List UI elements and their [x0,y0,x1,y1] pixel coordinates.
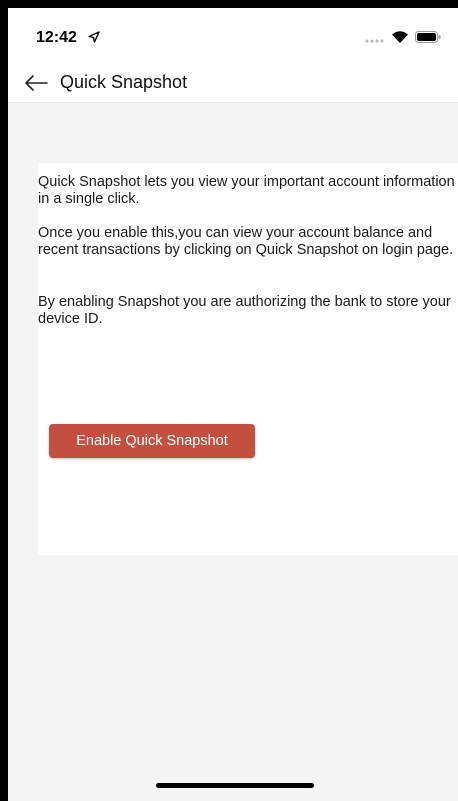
location-arrow-icon [88,31,100,43]
info-paragraph-1: Quick Snapshot lets you view your import… [38,174,455,207]
home-indicator [156,783,314,788]
enable-quick-snapshot-button[interactable]: Enable Quick Snapshot [49,424,255,458]
app-screen: 12:42 Quick Snapshot Quick Snapshot lets… [8,8,458,801]
header: Quick Snapshot [8,68,458,98]
arrow-left-icon[interactable] [24,74,48,92]
signal-dots-icon [365,39,384,43]
battery-icon [415,31,441,43]
status-bar: 12:42 [8,8,458,52]
status-time: 12:42 [36,29,77,46]
wifi-icon [392,31,408,43]
info-paragraph-2: Once you enable this,you can view your a… [38,225,454,258]
info-paragraph-3: By enabling Snapshot you are authorizing… [38,294,451,327]
top-bar: 12:42 Quick Snapshot [8,8,458,103]
snapshot-info-card: Quick Snapshot lets you view your import… [38,163,458,555]
page-title: Quick Snapshot [60,72,188,92]
header-divider [8,102,458,103]
